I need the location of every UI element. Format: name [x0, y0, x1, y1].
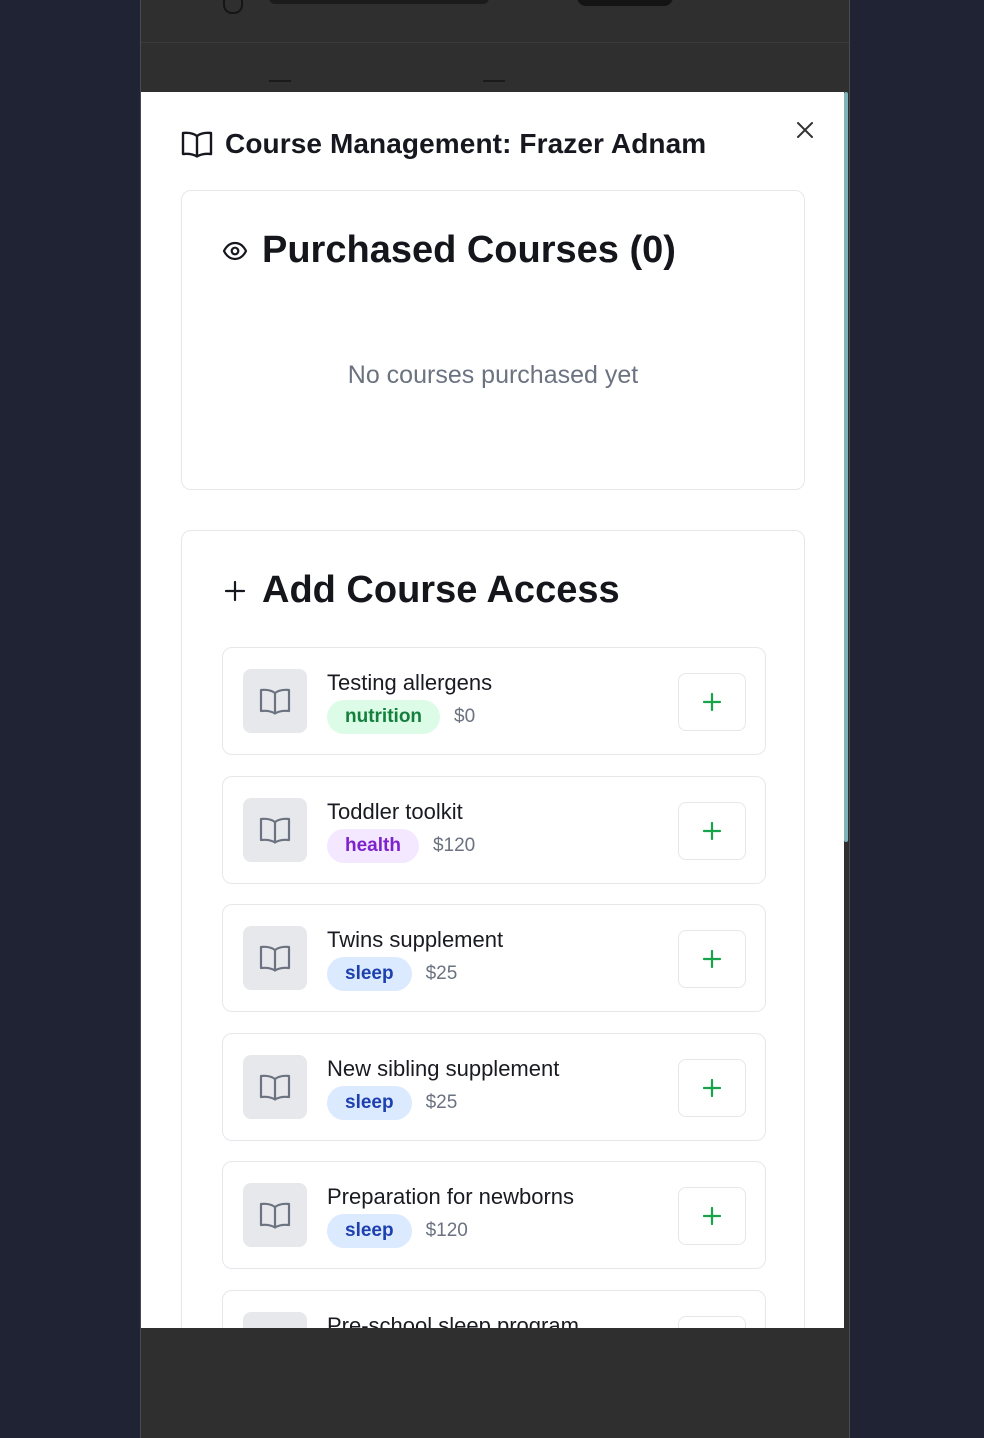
add-course-access-card: Add Course Access Testing allergens nutri… [181, 530, 805, 1328]
category-badge: sleep [327, 1086, 412, 1120]
modal-title: Course Management: Frazer Adnam [225, 128, 707, 159]
eye-icon [222, 241, 248, 260]
background-tab-indicator [269, 80, 291, 82]
close-button[interactable] [793, 118, 817, 142]
plus-icon [702, 949, 722, 969]
book-open-icon [181, 131, 213, 158]
book-open-icon [259, 1202, 291, 1229]
empty-state-text: No courses purchased yet [347, 361, 639, 389]
course-thumbnail [243, 1312, 307, 1328]
add-course-button[interactable] [678, 930, 746, 988]
course-price: $120 [425, 1220, 468, 1241]
plus-icon [702, 1078, 722, 1098]
course-thumbnail [243, 1055, 307, 1119]
category-badge: sleep [327, 957, 412, 991]
course-meta: health $120 [327, 829, 475, 863]
close-icon [797, 122, 813, 138]
course-price: $0 [454, 706, 476, 727]
book-open-icon [259, 945, 291, 972]
course-meta: sleep $25 [327, 1086, 457, 1120]
plus-icon [702, 1206, 722, 1226]
book-open-icon [259, 817, 291, 844]
add-course-button[interactable] [678, 1316, 746, 1328]
course-price: $120 [432, 835, 476, 856]
course-meta: nutrition $0 [327, 700, 475, 734]
course-price: $25 [425, 963, 458, 984]
course-item: Pre-school sleep program [222, 1290, 766, 1328]
plus-icon [702, 692, 722, 712]
category-badge: nutrition [327, 700, 441, 734]
background-button [577, 0, 673, 6]
course-thumbnail [243, 669, 307, 733]
add-course-access-heading: Add Course Access [262, 569, 620, 611]
modal-header: Course Management: Frazer Adnam [181, 128, 706, 160]
plus-icon [224, 580, 246, 601]
purchased-courses-heading: Purchased Courses (0) [262, 229, 676, 271]
course-name: Twins supplement [327, 927, 504, 952]
course-thumbnail [243, 1183, 307, 1247]
bottom-overlay [141, 1328, 848, 1438]
course-item: Toddler toolkit health $120 [222, 776, 766, 884]
course-price: $25 [425, 1092, 458, 1113]
course-name: Toddler toolkit [327, 799, 463, 824]
book-open-icon [259, 688, 291, 715]
purchased-courses-card: Purchased Courses (0) No courses purchas… [181, 190, 805, 490]
course-item: New sibling supplement sleep $25 [222, 1033, 766, 1141]
course-meta: sleep $25 [327, 957, 457, 991]
background-title [269, 0, 489, 4]
course-meta: sleep $120 [327, 1214, 468, 1248]
course-item: Testing allergens nutrition $0 [222, 647, 766, 755]
course-name: Preparation for newborns [327, 1184, 575, 1209]
add-course-button[interactable] [678, 802, 746, 860]
course-management-modal: Course Management: Frazer Adnam Purchase… [141, 92, 844, 1328]
course-item: Twins supplement sleep $25 [222, 904, 766, 1012]
category-badge: sleep [327, 1214, 412, 1248]
add-course-button[interactable] [678, 1059, 746, 1117]
add-course-access-header: Add Course Access [222, 569, 620, 612]
purchased-courses-header: Purchased Courses (0) [222, 229, 676, 272]
add-course-button[interactable] [678, 673, 746, 731]
add-course-button[interactable] [678, 1187, 746, 1245]
background-header [141, 0, 849, 43]
course-item: Preparation for newborns sleep $120 [222, 1161, 766, 1269]
course-name: Pre-school sleep program [327, 1313, 579, 1328]
course-thumbnail [243, 926, 307, 990]
scrollbar[interactable] [844, 92, 848, 842]
plus-icon [702, 821, 722, 841]
course-name: Testing allergens [327, 670, 493, 695]
background-tab-indicator [483, 80, 505, 82]
background-logo [223, 0, 243, 14]
book-open-icon [259, 1074, 291, 1101]
course-thumbnail [243, 798, 307, 862]
category-badge: health [327, 829, 419, 863]
course-name: New sibling supplement [327, 1056, 560, 1081]
